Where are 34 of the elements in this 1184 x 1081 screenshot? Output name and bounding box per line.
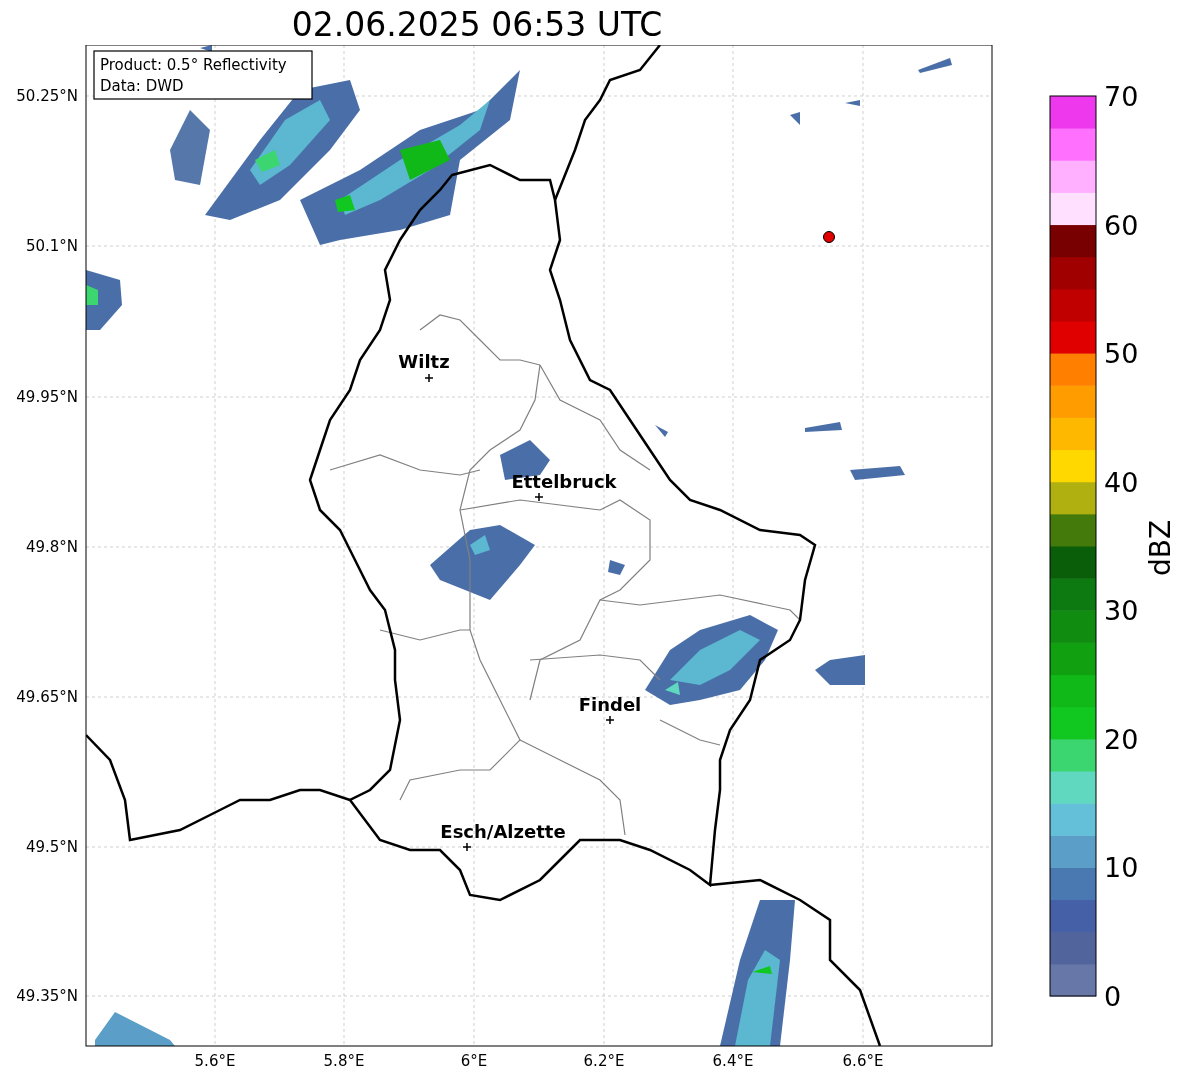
longitude-tick-label: 6.6°E <box>842 1052 884 1070</box>
latitude-tick-label: 49.65°N <box>16 688 78 706</box>
colorbar-tick-label: 0 <box>1104 981 1122 1012</box>
cross-marker-icon <box>462 842 472 852</box>
chart-title: 02.06.2025 06:53 UTC <box>291 5 663 45</box>
longitude-tick-label: 6.2°E <box>583 1052 625 1070</box>
colorbar-tick-label: 60 <box>1104 209 1139 241</box>
city-label: Esch/Alzette <box>440 821 566 842</box>
colorbar-label: dBZ <box>1144 519 1177 577</box>
latitude-tick-label: 49.35°N <box>16 987 78 1005</box>
colorbar-tick-label: 10 <box>1104 852 1139 884</box>
city-label: Wiltz <box>398 351 450 372</box>
latitude-tick-label: 49.5°N <box>25 838 78 856</box>
city-label: Findel <box>578 694 642 715</box>
longitude-tick-label: 5.6°E <box>194 1052 236 1070</box>
longitude-tick-label: 5.8°E <box>323 1052 365 1070</box>
latitude-tick-label: 50.25°N <box>16 87 78 105</box>
colorbar-tick-label: 40 <box>1104 466 1139 498</box>
location-dot <box>823 231 835 243</box>
cross-marker-icon <box>605 715 615 725</box>
city-label: Ettelbruck <box>511 471 617 492</box>
colorbar-tick-label: 20 <box>1104 723 1139 755</box>
latitude-tick-label: 49.95°N <box>16 388 78 406</box>
info-text: Data: DWD <box>100 77 184 95</box>
longitude-tick-label: 6.4°E <box>712 1052 754 1070</box>
colorbar-tick-label: 30 <box>1104 595 1139 627</box>
cross-marker-icon <box>424 373 434 383</box>
colorbar-tick-label: 50 <box>1104 338 1139 370</box>
info-text: Product: 0.5° Reflectivity <box>100 56 287 74</box>
latitude-tick-label: 50.1°N <box>25 237 78 255</box>
colorbar-tick-label: 70 <box>1104 81 1139 112</box>
longitude-tick-label: 6°E <box>460 1052 488 1070</box>
cross-marker-icon <box>534 492 544 502</box>
latitude-tick-label: 49.8°N <box>25 538 78 556</box>
